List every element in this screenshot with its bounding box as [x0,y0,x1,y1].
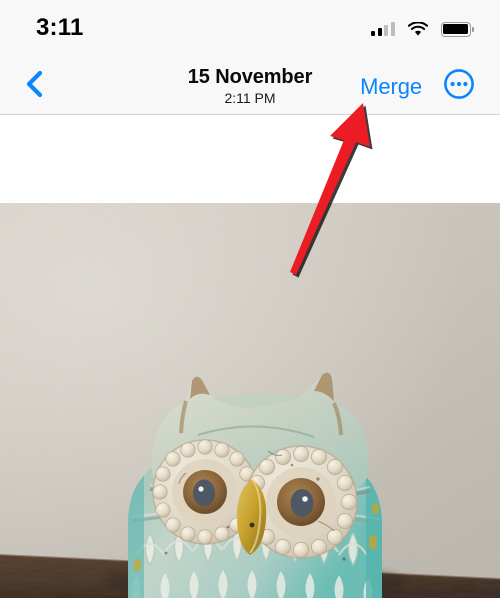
battery-icon [440,21,474,37]
nav-title-block: 15 November 2:11 PM [0,58,500,115]
ellipsis-circle-icon [443,68,475,105]
wifi-icon [407,20,428,37]
cellular-signal-icon [371,22,395,36]
back-button[interactable] [12,58,56,115]
status-bar-time: 3:11 [36,14,84,41]
page-subtitle: 2:11 PM [224,89,276,106]
content-spacer [0,115,500,203]
chevron-left-icon [22,69,46,104]
merge-button[interactable]: Merge [360,58,422,115]
phone-screen: 3:11 15 November 2:11 PM Merge [0,0,500,598]
owl-figurine-photo[interactable] [0,203,500,598]
page-title: 15 November [187,65,313,88]
navigation-bar: 15 November 2:11 PM Merge [0,58,500,115]
status-bar-indicators [371,20,474,37]
more-options-button[interactable] [443,58,475,115]
status-bar: 3:11 [0,0,500,58]
